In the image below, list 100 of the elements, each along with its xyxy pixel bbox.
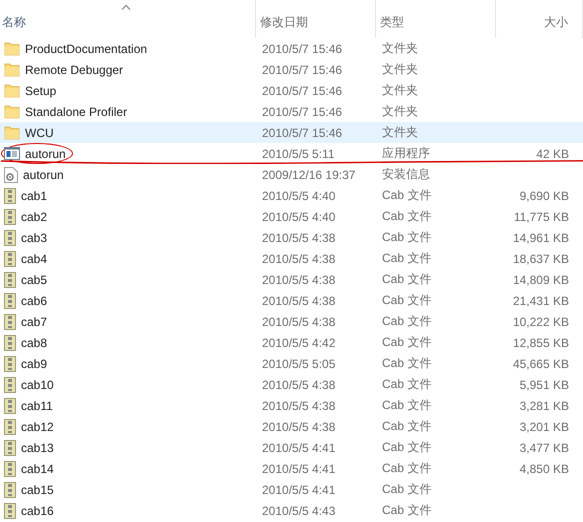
modified-date: 2010/5/5 4:38 xyxy=(262,252,336,266)
file-name: Remote Debugger xyxy=(25,62,124,76)
file-row[interactable]: autorun 2009/12/16 19:37 安装信息 xyxy=(0,164,583,185)
modified-date: 2010/5/5 4:38 xyxy=(262,398,336,412)
archive-file-icon xyxy=(4,460,16,476)
file-row[interactable]: cab5 2010/5/5 4:38 Cab 文件 14,809 KB xyxy=(0,269,583,290)
file-size: 3,201 KB xyxy=(520,420,569,434)
modified-date: 2010/5/7 15:46 xyxy=(262,84,342,98)
file-type: Cab 文件 xyxy=(382,376,432,393)
file-type: Cab 文件 xyxy=(382,502,432,519)
file-name: cab12 xyxy=(21,420,54,434)
file-row[interactable]: WCU 2010/5/7 15:46 文件夹 xyxy=(0,122,583,143)
file-type: Cab 文件 xyxy=(382,187,432,204)
archive-file-icon xyxy=(4,418,16,434)
file-row[interactable]: cab6 2010/5/5 4:38 Cab 文件 21,431 KB xyxy=(0,290,583,311)
modified-date: 2010/5/7 15:46 xyxy=(262,62,342,76)
archive-file-icon xyxy=(4,398,16,414)
file-type: 安装信息 xyxy=(382,166,430,183)
file-row[interactable]: Setup 2010/5/7 15:46 文件夹 xyxy=(0,80,583,101)
file-size: 45,665 KB xyxy=(512,356,569,370)
file-size: 14,809 KB xyxy=(512,272,569,286)
file-name: cab16 xyxy=(21,504,54,518)
archive-file-icon xyxy=(4,482,16,498)
file-row[interactable]: cab2 2010/5/5 4:40 Cab 文件 11,775 KB xyxy=(0,206,583,227)
file-type: Cab 文件 xyxy=(382,355,432,372)
file-name: cab1 xyxy=(21,188,48,202)
file-type: Cab 文件 xyxy=(382,208,432,225)
modified-date: 2010/5/5 4:38 xyxy=(262,378,336,392)
archive-file-icon xyxy=(4,334,16,350)
file-name: cab4 xyxy=(21,252,48,266)
file-name: cab8 xyxy=(21,336,48,350)
file-row[interactable]: cab7 2010/5/5 4:38 Cab 文件 10,222 KB xyxy=(0,311,583,332)
file-row[interactable]: cab15 2010/5/5 4:41 Cab 文件 xyxy=(0,479,583,500)
file-name: cab2 xyxy=(21,210,48,224)
file-size: 11,775 KB xyxy=(514,210,569,224)
modified-date: 2010/5/5 4:41 xyxy=(262,482,336,496)
file-type: Cab 文件 xyxy=(382,250,432,267)
modified-date: 2010/5/5 4:41 xyxy=(262,440,336,454)
file-name: ProductDocumentation xyxy=(25,42,148,56)
archive-file-icon xyxy=(4,502,16,518)
file-type: Cab 文件 xyxy=(382,292,432,309)
modified-date: 2010/5/5 4:40 xyxy=(262,188,336,202)
column-header[interactable]: 类型 xyxy=(376,0,496,38)
archive-file-icon xyxy=(4,440,16,456)
archive-file-icon xyxy=(4,188,16,204)
modified-date: 2010/5/5 5:11 xyxy=(262,146,335,160)
archive-file-icon xyxy=(4,314,16,330)
archive-file-icon xyxy=(4,208,16,224)
modified-date: 2010/5/7 15:46 xyxy=(262,42,342,56)
file-size: 12,855 KB xyxy=(512,336,569,350)
file-row[interactable]: Remote Debugger 2010/5/7 15:46 文件夹 xyxy=(0,59,583,80)
file-size: 3,477 KB xyxy=(520,440,569,454)
file-name: autorun xyxy=(23,168,64,182)
file-row[interactable]: cab14 2010/5/5 4:41 Cab 文件 4,850 KB xyxy=(0,458,583,479)
folder-icon xyxy=(4,41,20,56)
file-row[interactable]: cab9 2010/5/5 5:05 Cab 文件 45,665 KB xyxy=(0,353,583,374)
file-name: cab11 xyxy=(21,398,53,412)
file-row[interactable]: cab3 2010/5/5 4:38 Cab 文件 14,961 KB xyxy=(0,227,583,248)
modified-date: 2010/5/5 4:38 xyxy=(262,314,336,328)
archive-file-icon xyxy=(4,250,16,266)
file-type: 应用程序 xyxy=(382,145,430,162)
file-type: Cab 文件 xyxy=(382,313,432,330)
file-name: cab9 xyxy=(21,356,48,370)
file-row[interactable]: cab10 2010/5/5 4:38 Cab 文件 5,951 KB xyxy=(0,374,583,395)
file-size: 18,637 KB xyxy=(512,252,569,266)
file-row[interactable]: ProductDocumentation 2010/5/7 15:46 文件夹 xyxy=(0,38,583,59)
file-row[interactable]: cab12 2010/5/5 4:38 Cab 文件 3,201 KB xyxy=(0,416,583,437)
file-size: 14,961 KB xyxy=(512,230,569,244)
modified-date: 2010/5/5 4:40 xyxy=(262,210,336,224)
file-row[interactable]: cab8 2010/5/5 4:42 Cab 文件 12,855 KB xyxy=(0,332,583,353)
file-name: autorun xyxy=(25,146,66,160)
file-row[interactable]: cab1 2010/5/5 4:40 Cab 文件 9,690 KB xyxy=(0,185,583,206)
file-name: WCU xyxy=(25,126,54,140)
file-row[interactable]: cab4 2010/5/5 4:38 Cab 文件 18,637 KB xyxy=(0,248,583,269)
folder-icon xyxy=(4,62,20,77)
modified-date: 2010/5/7 15:46 xyxy=(262,104,342,118)
archive-file-icon xyxy=(4,230,16,246)
archive-file-icon xyxy=(4,272,16,288)
modified-date: 2010/5/5 4:43 xyxy=(262,504,336,518)
file-type: Cab 文件 xyxy=(382,481,432,498)
file-row[interactable]: cab11 2010/5/5 4:38 Cab 文件 3,281 KB xyxy=(0,395,583,416)
column-header[interactable]: 修改日期 xyxy=(256,0,376,38)
file-name: Standalone Profiler xyxy=(25,104,128,118)
folder-icon xyxy=(4,104,20,119)
modified-date: 2010/5/5 4:38 xyxy=(262,230,336,244)
file-row[interactable]: autorun 2010/5/5 5:11 应用程序 42 KB xyxy=(0,143,583,164)
modified-date: 2010/5/5 4:42 xyxy=(262,336,336,350)
file-type: Cab 文件 xyxy=(382,460,432,477)
file-row[interactable]: cab16 2010/5/5 4:43 Cab 文件 xyxy=(0,500,583,521)
column-header[interactable]: 名称 xyxy=(0,0,256,38)
modified-date: 2010/5/5 5:05 xyxy=(262,356,336,370)
modified-date: 2010/5/5 4:38 xyxy=(262,294,336,308)
file-name: cab6 xyxy=(21,294,48,308)
file-row[interactable]: cab13 2010/5/5 4:41 Cab 文件 3,477 KB xyxy=(0,437,583,458)
application-icon xyxy=(4,147,20,160)
column-header[interactable]: 大小 xyxy=(496,0,583,38)
file-type: Cab 文件 xyxy=(382,439,432,456)
file-name: Setup xyxy=(25,84,56,98)
file-row[interactable]: Standalone Profiler 2010/5/7 15:46 文件夹 xyxy=(0,101,583,122)
file-type: Cab 文件 xyxy=(382,418,432,435)
